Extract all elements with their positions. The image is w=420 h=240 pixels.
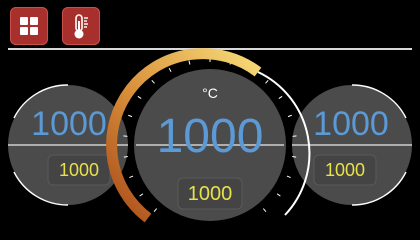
gauge-tick [265,80,269,84]
gauge-tick [153,208,158,212]
gauge-tick [168,67,172,72]
gauge-tick [262,208,267,212]
left-value: 1000 [31,105,107,143]
unit-label: °C [202,85,218,101]
center-setpoint[interactable]: 1000 [178,184,242,204]
gauge-tick [151,80,155,84]
gauge-tick [278,95,283,100]
right-value: 1000 [313,105,389,143]
gauge-tick [286,175,291,179]
center-value: 1000 [156,110,264,163]
gauge-tick [128,114,133,118]
gauge-tick [137,95,142,100]
gauge-tick [292,156,297,158]
gauge-tick [188,60,191,65]
gauge-tick [129,175,134,179]
gauge-tick [287,114,292,118]
right-setpoint[interactable]: 1000 [314,161,376,179]
gauge-tick [276,193,281,197]
gauge-tick [123,156,128,158]
gauge-tick [139,193,144,197]
left-setpoint[interactable]: 1000 [48,161,110,179]
